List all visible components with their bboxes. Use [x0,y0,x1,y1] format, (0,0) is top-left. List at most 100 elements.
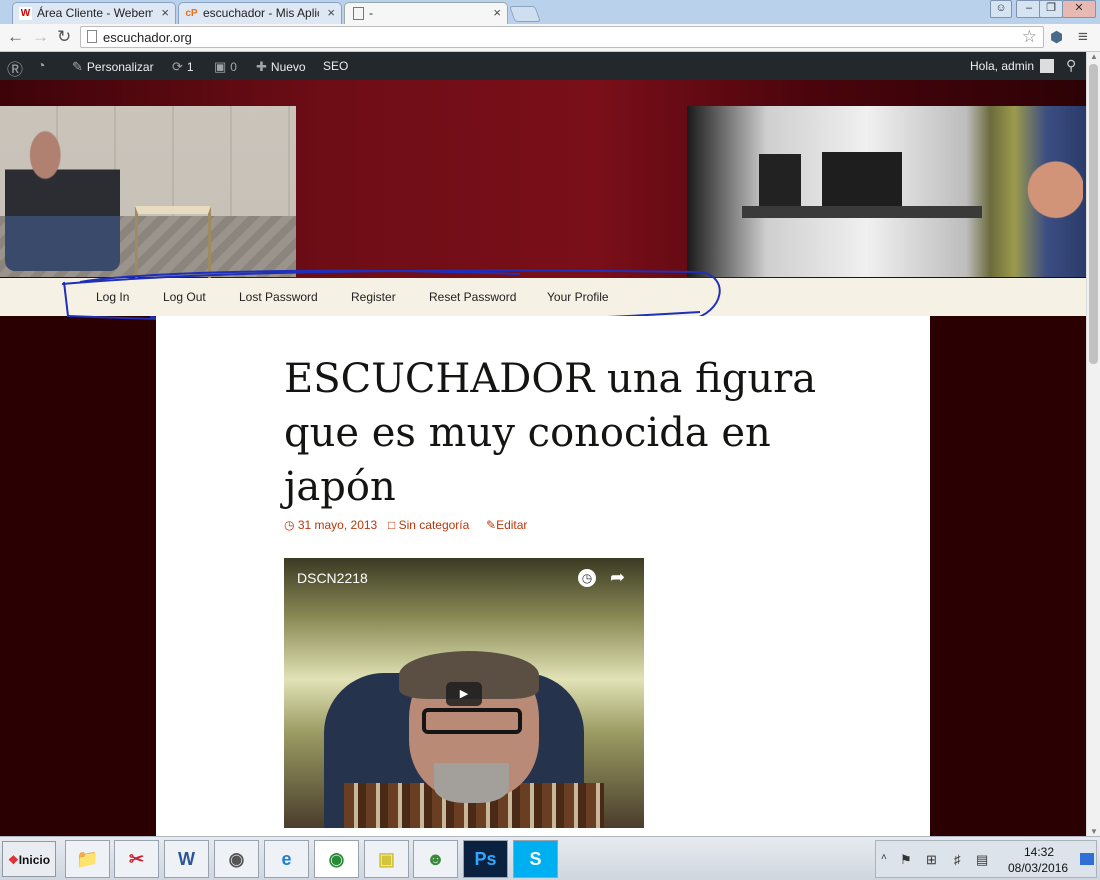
share-icon[interactable]: ➦ [610,567,625,588]
reload-icon[interactable]: ↻ [57,27,71,47]
nav-register[interactable]: Register [351,290,396,304]
scroll-up-icon[interactable]: ▲ [1090,52,1098,61]
forward-icon[interactable]: → [32,27,49,47]
user-icon[interactable]: ☺ [990,0,1012,18]
wordpress-logo-icon[interactable]: Ⓡ [7,56,23,80]
windows-taskbar: ❖Inicio 📁 ✂ W ◉ e ◉ ▣ ☻ Ps S ˄ ⚑ ⊞ ♯ ▤ 1… [0,836,1100,880]
extension-icon[interactable]: ⬢ [1050,28,1063,46]
snipping-tool-icon[interactable]: ✂ [114,840,159,878]
photo-monitor [822,152,902,207]
watch-later-icon[interactable]: ◷ [578,569,596,587]
close-window-button[interactable]: ✕ [1062,0,1096,18]
page-icon [353,7,364,20]
account-menu[interactable]: Hola, admin [970,59,1055,73]
start-label: Inicio [18,853,51,867]
post-category: Sin categoría [398,518,470,532]
clock-date[interactable]: 08/03/2016 [1008,861,1068,875]
seo-link[interactable]: SEO [323,59,348,73]
updates-count: 1 [186,60,194,74]
clock-time[interactable]: 14:32 [1024,845,1054,859]
cpanel-icon: cP [185,8,198,19]
address-bar[interactable]: escuchador.org ☆ [80,26,1044,48]
word-icon[interactable]: W [164,840,209,878]
header-photo-left [0,106,296,282]
close-icon[interactable]: × [493,5,501,20]
sticky-notes-icon[interactable]: ▣ [364,840,409,878]
chrome-icon[interactable]: ◉ [314,840,359,878]
explorer-icon[interactable]: 📁 [65,840,110,878]
bookmark-star-icon[interactable]: ☆ [1022,27,1037,47]
page-scrollbar[interactable]: ▲ ▼ [1086,52,1100,836]
menu-icon[interactable]: ≡ [1078,27,1088,47]
show-desktop-button[interactable] [1080,853,1094,865]
scroll-down-icon[interactable]: ▼ [1090,827,1098,836]
video-beard [434,763,509,803]
photoshop-icon[interactable]: Ps [463,840,508,878]
messenger-icon[interactable]: ☻ [413,840,458,878]
network-icon[interactable]: ▤ [976,852,988,868]
back-icon[interactable]: ← [7,27,24,47]
webempresa-icon: W [19,7,32,20]
post-category-link[interactable]: □ Sin categoría [388,518,469,532]
photo-empty-chair [135,206,211,282]
tab-current[interactable]: - × [344,2,508,24]
close-icon[interactable]: × [161,5,169,20]
site-header[interactable] [0,80,1086,282]
nav-reset-password[interactable]: Reset Password [429,290,516,304]
action-center-flag-icon[interactable]: ⚑ [900,852,912,868]
new-tab-button[interactable] [509,6,541,22]
camera-icon[interactable]: ◉ [214,840,259,878]
system-tray: ˄ ⚑ ⊞ ♯ ▤ 14:32 08/03/2016 [875,840,1097,878]
updates-link[interactable]: ⟳ 1 [172,59,194,75]
comment-icon: ▣ [214,59,227,74]
windows-update-icon[interactable]: ⊞ [926,852,937,868]
pencil-icon: ✎ [486,518,497,532]
search-icon[interactable]: ⚲ [1066,57,1076,74]
nav-your-profile[interactable]: Your Profile [547,290,609,304]
volume-icon[interactable]: ♯ [954,852,961,867]
show-hidden-icons-icon[interactable]: ˄ [881,852,887,863]
page-icon [87,30,97,43]
scrollbar-thumb[interactable] [1089,64,1098,364]
windows-logo-icon: ❖ [7,853,19,867]
new-label: Nuevo [270,60,306,74]
clock-icon: ◷ [284,518,295,532]
photo-desk [742,206,982,218]
brush-icon: ✎ [72,59,83,74]
wp-admin-bar: Ⓡ ◔ ✎ Personalizar ⟳ 1 ▣ 0 ✚ Nuevo SEO Hola,… [0,52,1100,80]
customize-link[interactable]: ✎ Personalizar [72,59,154,75]
tab-title: Área Cliente - Webem [37,6,153,20]
video-title[interactable]: DSCN2218 [297,570,368,586]
url-text[interactable]: escuchador.org [103,30,192,45]
comments-link[interactable]: ▣ 0 [214,59,237,75]
tab-escuchador-cpanel[interactable]: cP escuchador - Mis Aplic × [178,2,342,24]
nav-log-in[interactable]: Log In [96,290,129,304]
photo-face [1023,151,1083,237]
nav-lost-password[interactable]: Lost Password [239,290,318,304]
tab-area-cliente[interactable]: W Área Cliente - Webem × [12,2,176,24]
tab-title: escuchador - Mis Aplic [203,6,319,20]
post-edit-link[interactable]: ✎Editar [486,518,527,532]
header-photo-right [687,106,1086,277]
browser-toolbar: ← → ↻ escuchador.org ☆ ⬢ ≡ [0,24,1100,52]
skype-icon[interactable]: S [513,840,558,878]
close-icon[interactable]: × [327,5,335,20]
new-content-link[interactable]: ✚ Nuevo [256,59,306,75]
nav-log-out[interactable]: Log Out [163,290,206,304]
play-button[interactable]: ▶ [446,682,482,706]
folder-icon: □ [388,518,396,532]
greeting-label: Hola, admin [970,59,1035,73]
customize-label: Personalizar [86,60,154,74]
video-embed[interactable]: DSCN2218 ◷ ➦ ▶ [284,558,644,828]
post-title[interactable]: ESCUCHADOR una figura que es muy conocid… [284,352,844,514]
comments-count: 0 [230,60,237,74]
restore-button[interactable]: ❐ [1039,0,1063,18]
internet-explorer-icon[interactable]: e [264,840,309,878]
dashboard-icon[interactable]: ◔ [37,57,45,73]
browser-tab-strip: W Área Cliente - Webem × cP escuchador -… [0,0,1100,24]
start-button[interactable]: ❖Inicio [2,841,56,877]
plus-icon: ✚ [256,59,267,74]
photo-man [5,126,120,271]
updates-icon: ⟳ [172,59,183,74]
post-date-link[interactable]: ◷ 31 mayo, 2013 [284,518,377,532]
